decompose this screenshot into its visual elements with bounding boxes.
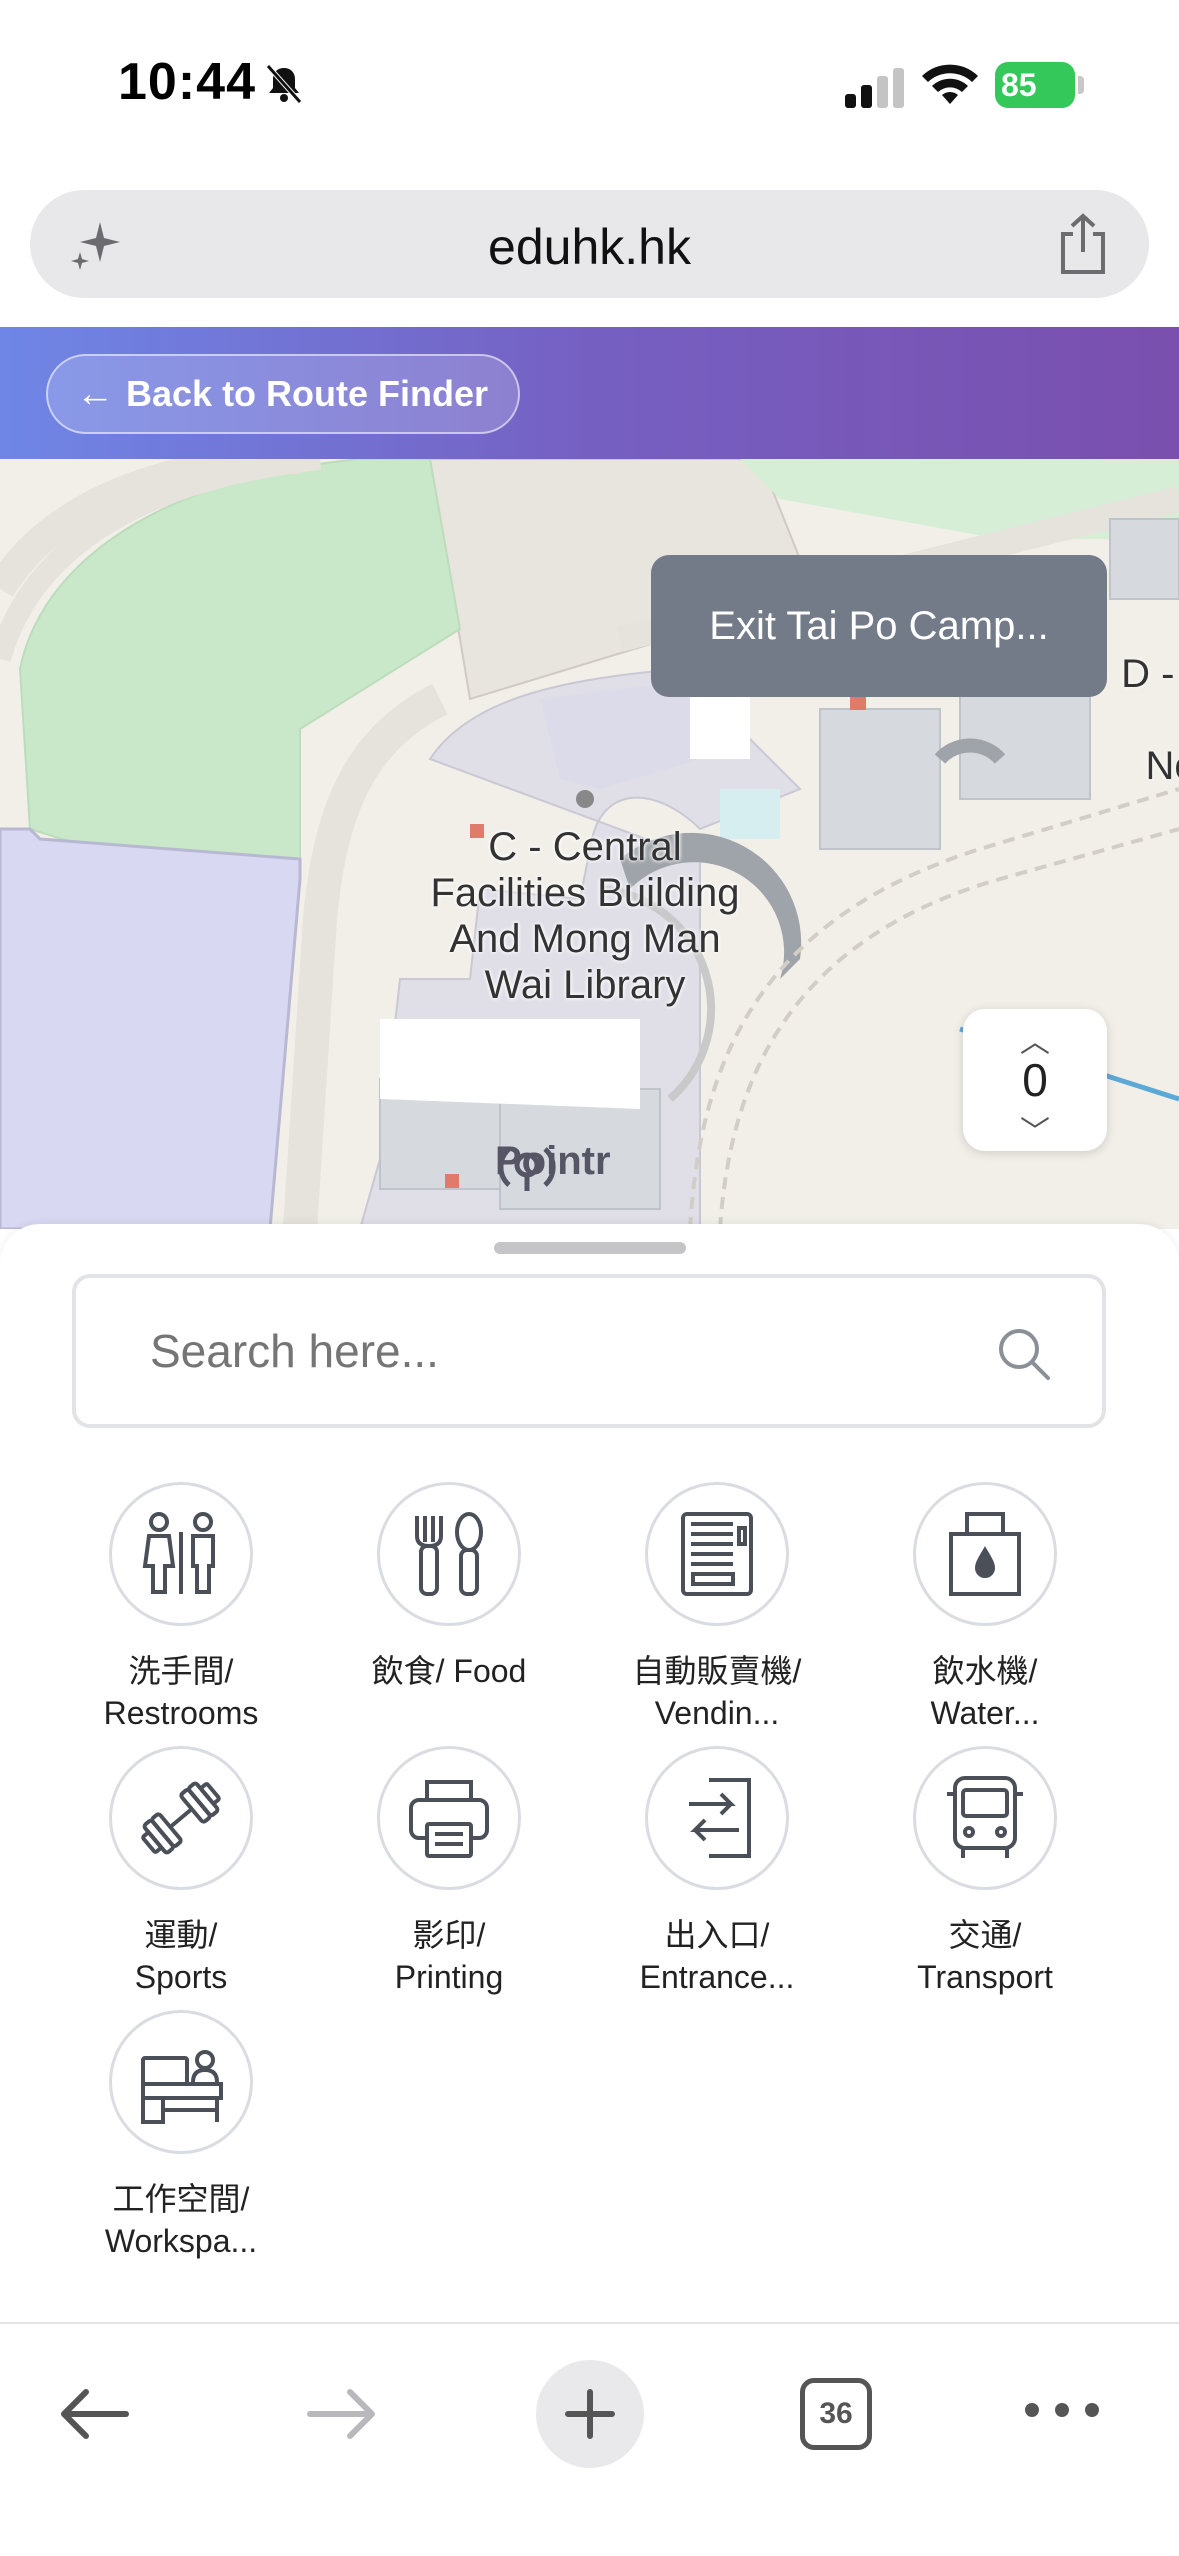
category-label: 交通/ xyxy=(948,1917,1022,1953)
new-tab-button[interactable] xyxy=(536,2360,644,2468)
category-label: Vendin... xyxy=(654,1695,780,1731)
chevron-down-icon[interactable]: ﹀ xyxy=(963,1107,1107,1151)
category-label: Restrooms xyxy=(103,1695,259,1731)
address-bar[interactable]: eduhk.hk xyxy=(30,190,1149,298)
category-label: 自動販賣機/ xyxy=(632,1653,802,1689)
share-icon[interactable] xyxy=(1055,212,1111,276)
exit-campus-tooltip[interactable]: Exit Tai Po Camp... xyxy=(651,555,1107,697)
status-time: 10:44 xyxy=(118,53,256,111)
category-restrooms[interactable]: 洗手間/ Restrooms xyxy=(56,1482,306,1734)
category-printing[interactable]: 影印/ Printing xyxy=(324,1746,574,1998)
bus-icon[interactable] xyxy=(913,1746,1057,1890)
arrow-left-icon: ← xyxy=(76,372,114,415)
wifi-icon xyxy=(922,64,978,104)
category-label: 影印/ xyxy=(412,1917,486,1953)
category-water[interactable]: 飲水機/ Water... xyxy=(860,1482,1110,1734)
search-icon[interactable] xyxy=(996,1326,1052,1382)
food-icon[interactable] xyxy=(377,1482,521,1626)
category-entrance[interactable]: 出入口/ Entrance... xyxy=(592,1746,842,1998)
category-label: Sports xyxy=(134,1959,228,1995)
entrance-icon[interactable] xyxy=(645,1746,789,1890)
category-label: Entrance... xyxy=(639,1959,795,1995)
water-dispenser-icon[interactable] xyxy=(913,1482,1057,1626)
category-label: Workspa... xyxy=(104,2223,258,2259)
dumbbell-icon[interactable] xyxy=(109,1746,253,1890)
battery-level: 85 xyxy=(995,62,1075,108)
category-label: 飲食/ Food xyxy=(371,1653,527,1689)
workspace-icon[interactable] xyxy=(109,2010,253,2154)
search-box[interactable] xyxy=(72,1274,1106,1428)
category-workspace[interactable]: 工作空間/ Workspa... xyxy=(56,2010,306,2262)
category-label: 運動/ xyxy=(144,1917,218,1953)
category-label: Water... xyxy=(930,1695,1040,1731)
category-label: Printing xyxy=(394,1959,504,1995)
sheet-drag-handle[interactable] xyxy=(494,1242,686,1254)
category-transport[interactable]: 交通/ Transport xyxy=(860,1746,1110,1998)
browser-toolbar: 36 xyxy=(0,2322,1179,2556)
category-label: 工作空間/ xyxy=(112,2181,250,2217)
floor-level: 0 xyxy=(1022,1054,1048,1106)
status-bar: 10:44 85 xyxy=(0,0,1179,170)
route-header: ← Back to Route Finder xyxy=(0,327,1179,459)
tabs-button[interactable]: 36 xyxy=(800,2378,872,2450)
indoor-map[interactable]: C - Central Facilities Building And Mong… xyxy=(0,459,1179,1229)
category-vending[interactable]: 自動販賣機/ Vendin... xyxy=(592,1482,842,1734)
category-label: Transport xyxy=(917,1959,1053,1995)
category-label: 飲水機/ xyxy=(932,1653,1038,1689)
back-to-route-finder-button[interactable]: ← Back to Route Finder xyxy=(46,354,520,434)
building-label[interactable]: C - Central Facilities Building And Mong… xyxy=(430,824,740,1008)
forward-arrow-icon[interactable] xyxy=(300,2384,380,2444)
category-food[interactable]: 飲食/ Food xyxy=(324,1482,574,1692)
pointr-logo: Pointr xyxy=(495,1139,611,1191)
url-text[interactable]: eduhk.hk xyxy=(30,218,1149,276)
vending-machine-icon[interactable] xyxy=(645,1482,789,1626)
pointr-icon xyxy=(498,1147,556,1191)
bell-slash-icon xyxy=(266,64,302,104)
category-label: 洗手間/ xyxy=(128,1653,234,1689)
back-button-label: Back to Route Finder xyxy=(126,373,489,414)
more-icon[interactable] xyxy=(1022,2398,1102,2422)
floor-selector[interactable]: ︿ 0 ﹀ xyxy=(963,1009,1107,1151)
category-label: 出入口/ xyxy=(664,1917,770,1953)
battery-charging-icon: 85 xyxy=(995,62,1087,108)
printer-icon[interactable] xyxy=(377,1746,521,1890)
new-tab-plus-icon[interactable] xyxy=(562,2386,618,2442)
back-arrow-icon[interactable] xyxy=(56,2384,136,2444)
search-input[interactable] xyxy=(150,1324,910,1378)
restroom-icon[interactable] xyxy=(109,1482,253,1626)
cellular-signal-icon xyxy=(845,68,904,108)
category-sports[interactable]: 運動/ Sports xyxy=(56,1746,306,1998)
bottom-sheet[interactable]: 洗手間/ Restrooms 飲食/ Food xyxy=(0,1224,1179,2324)
